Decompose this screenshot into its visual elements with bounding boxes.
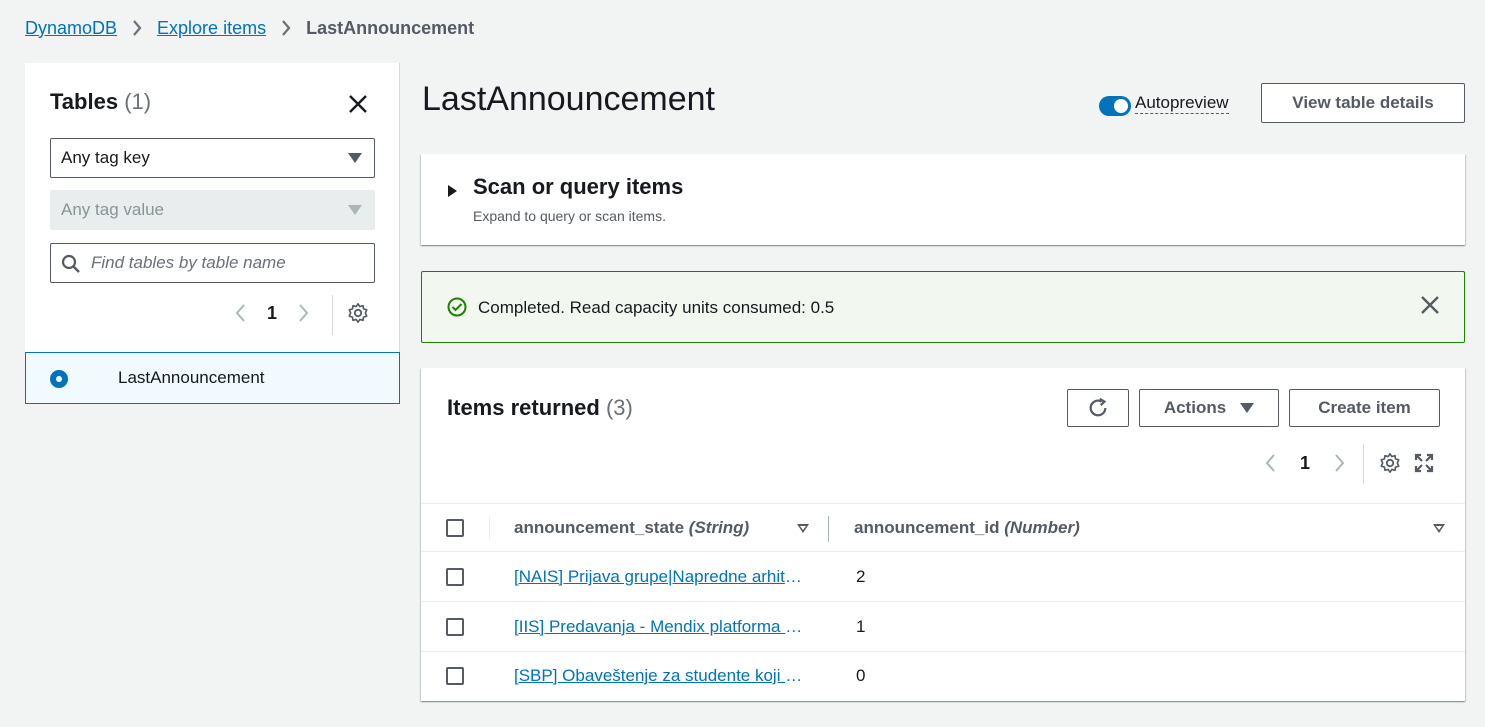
table-row: [IIS] Predavanja - Mendix platforma za r… [421, 602, 1465, 652]
tag-value-select: Any tag value [50, 190, 375, 230]
divider [489, 517, 490, 539]
dismiss-alert-button[interactable] [1421, 296, 1439, 319]
caret-down-icon [1240, 403, 1255, 413]
chevron-right-icon [117, 20, 157, 36]
close-panel-button[interactable] [347, 93, 369, 115]
table-search-placeholder: Find tables by table name [91, 253, 286, 272]
view-table-details-label: View table details [1292, 93, 1434, 112]
close-icon [1421, 296, 1439, 314]
table-list-item[interactable]: LastAnnouncement [25, 352, 400, 404]
table-row: [SBP] Obaveštenje za studente koji polaž… [421, 652, 1465, 702]
tables-pagination: 1 [228, 301, 316, 325]
items-pagination: 1 [1258, 451, 1352, 475]
panel-title-text: Tables [50, 89, 119, 114]
divider [332, 295, 333, 335]
preferences-button[interactable] [1379, 452, 1401, 474]
tag-key-select[interactable]: Any tag key [50, 138, 375, 178]
caret-right-icon [448, 185, 457, 197]
scan-query-subtext: Expand to query or scan items. [473, 208, 666, 224]
breadcrumb-link-dynamodb[interactable]: DynamoDB [25, 18, 117, 39]
breadcrumb-current: LastAnnouncement [306, 17, 475, 38]
items-heading: Items returned (3) [447, 395, 633, 421]
items-heading-text: Items returned [447, 395, 600, 420]
item-link[interactable]: [SBP] Obaveštenje za studente koji polaž… [514, 666, 809, 686]
chevron-right-icon [299, 304, 309, 322]
refresh-button[interactable] [1067, 389, 1129, 427]
chevron-right-icon [1335, 454, 1345, 472]
breadcrumb: DynamoDB Explore items LastAnnouncement [25, 17, 474, 39]
item-link[interactable]: [IIS] Predavanja - Mendix platforma za r… [514, 617, 809, 637]
gear-icon [348, 303, 368, 323]
search-icon [61, 254, 81, 279]
column-name: announcement_id [854, 518, 1000, 537]
gear-icon [1380, 453, 1400, 473]
sort-icon[interactable] [797, 524, 809, 533]
table-search-input[interactable]: Find tables by table name [50, 243, 375, 283]
tag-key-value: Any tag key [61, 148, 150, 167]
actions-dropdown[interactable]: Actions [1139, 389, 1279, 427]
chevron-right-icon [266, 20, 306, 36]
caret-down-icon [348, 153, 362, 163]
row-checkbox[interactable] [446, 568, 464, 586]
panel-title-count: (1) [124, 89, 152, 114]
current-page[interactable]: 1 [1282, 453, 1328, 474]
create-item-button[interactable]: Create item [1289, 389, 1440, 427]
expand-icon [1414, 453, 1434, 473]
radio-selected[interactable] [50, 370, 68, 388]
close-icon [349, 95, 367, 113]
refresh-icon [1089, 397, 1107, 417]
view-table-details-button[interactable]: View table details [1261, 83, 1465, 123]
page-title: LastAnnouncement [422, 80, 715, 118]
autopreview-label[interactable]: Autopreview [1135, 93, 1229, 114]
item-id: 2 [856, 567, 866, 586]
tag-value-value: Any tag value [61, 200, 165, 219]
prev-page-button[interactable] [228, 301, 252, 325]
column-name: announcement_state [514, 518, 685, 537]
prev-page-button[interactable] [1258, 451, 1282, 475]
current-page[interactable]: 1 [252, 303, 292, 324]
fullscreen-button[interactable] [1414, 453, 1434, 473]
table-row: [NAIS] Prijava grupe|Napredne arhitektur… [421, 552, 1465, 602]
row-checkbox[interactable] [446, 667, 464, 685]
scan-query-heading: Scan or query items [473, 174, 684, 199]
column-type: (String) [688, 518, 750, 537]
alert-message: Completed. Read capacity units consumed:… [478, 298, 835, 317]
table-list-item-label: LastAnnouncement [118, 368, 265, 387]
next-page-button[interactable] [292, 301, 316, 325]
column-resizer[interactable] [828, 516, 829, 542]
preferences-button[interactable] [346, 301, 370, 325]
sort-icon[interactable] [1433, 524, 1445, 533]
item-id: 0 [856, 666, 866, 685]
items-returned-panel: Items returned (3) Actions Create item 1 [421, 368, 1465, 701]
next-page-button[interactable] [1328, 451, 1352, 475]
autopreview-toggle[interactable] [1099, 96, 1131, 116]
item-link[interactable]: [NAIS] Prijava grupe|Napredne arhitektur… [514, 567, 809, 587]
tables-panel-body: Tables (1) Any tag key Any tag value Fin… [25, 63, 400, 353]
scan-query-panel[interactable]: Scan or query items Expand to query or s… [421, 154, 1465, 245]
create-item-label: Create item [1318, 398, 1411, 417]
items-count: (3) [605, 395, 633, 420]
divider [1363, 444, 1364, 484]
actions-label: Actions [1163, 398, 1227, 417]
column-header-announcement-state[interactable]: announcement_state (String) [514, 518, 749, 538]
column-type: (Number) [1004, 518, 1080, 537]
panel-title: Tables (1) [50, 89, 151, 115]
caret-down-icon [348, 205, 362, 215]
select-all-checkbox[interactable] [446, 519, 464, 537]
check-circle-icon [447, 297, 467, 322]
item-id: 1 [856, 617, 866, 636]
column-header-announcement-id[interactable]: announcement_id (Number) [854, 518, 1080, 538]
success-alert: Completed. Read capacity units consumed:… [421, 271, 1465, 343]
row-checkbox[interactable] [446, 618, 464, 636]
breadcrumb-link-explore-items[interactable]: Explore items [157, 18, 266, 39]
table-header: announcement_state (String) announcement… [421, 503, 1465, 552]
chevron-left-icon [1265, 454, 1275, 472]
chevron-left-icon [235, 304, 245, 322]
